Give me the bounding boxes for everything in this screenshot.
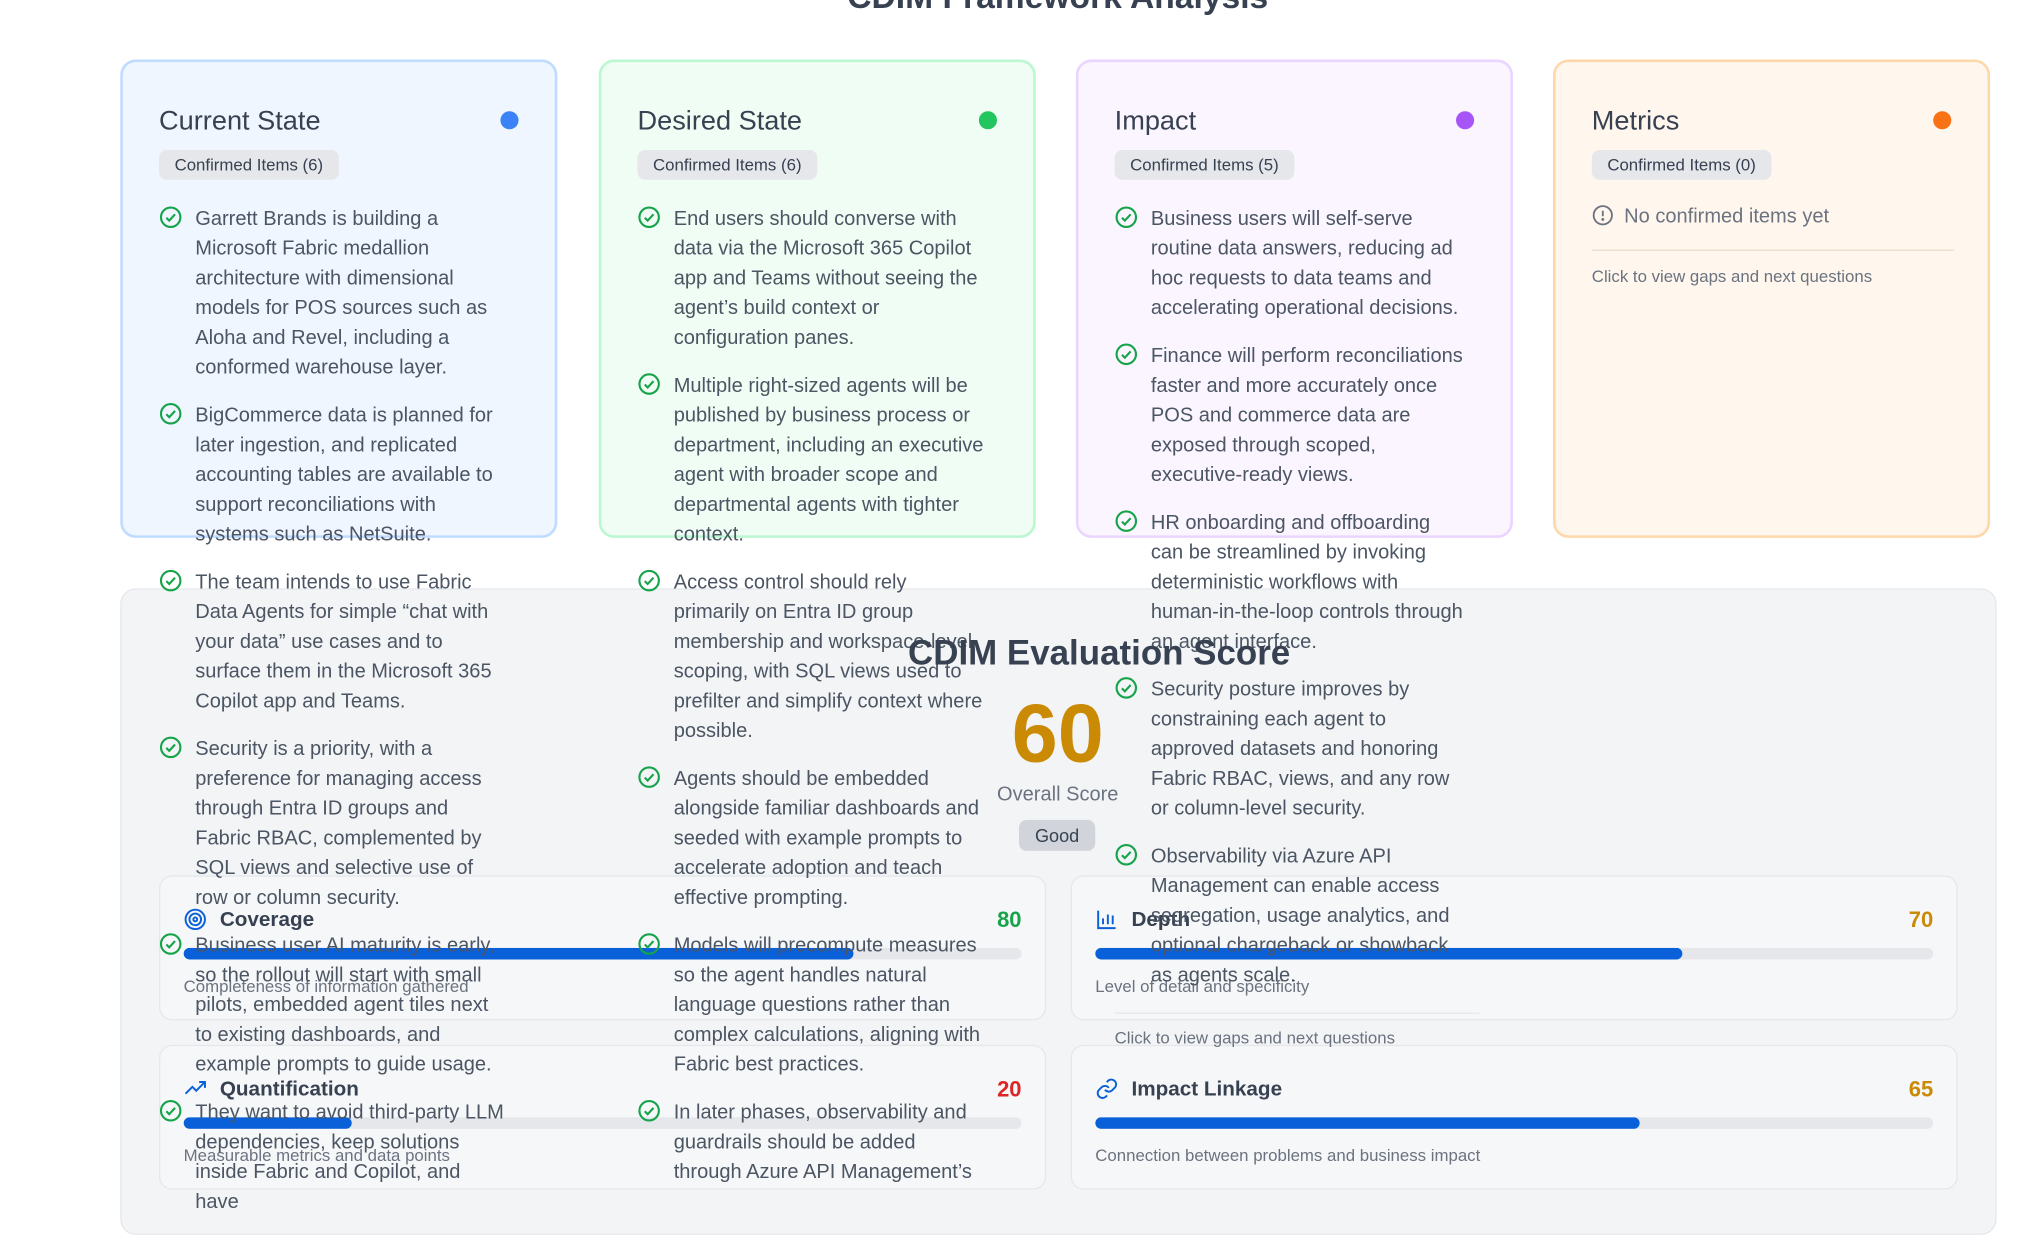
confirmed-item-text: Business users will self-serve routine d…: [1150, 208, 1459, 320]
check-circle-icon: [638, 569, 660, 592]
confirmed-items-badge[interactable]: Confirmed Items (6): [159, 149, 339, 180]
check-circle-icon: [638, 933, 660, 955]
empty-state-text: No confirmed items yet: [1624, 205, 1830, 228]
status-dot: [500, 111, 519, 130]
check-circle-icon: [1115, 343, 1138, 366]
confirmed-item-text: Finance will perform reconciliations fas…: [1150, 345, 1463, 487]
check-circle-icon: [159, 1100, 182, 1122]
confirmed-item: Garrett Brands is building a Microsoft F…: [159, 204, 508, 382]
confirmed-item-text: Models will precompute measures so the a…: [673, 934, 981, 1076]
confirmed-item: Models will precompute measures so the a…: [637, 931, 986, 1080]
rating-badge: Good: [1018, 819, 1096, 851]
metric-name: Impact Linkage: [1131, 1078, 1283, 1101]
check-circle-icon: [1115, 510, 1138, 532]
card-desired-state[interactable]: Desired State Confirmed Items (6) End us…: [598, 59, 1036, 1183]
metric-progress-track: [1095, 1117, 1934, 1129]
confirmed-item: Multiple right-sized agents will be publ…: [637, 371, 986, 549]
confirmed-item-text: The team intends to use Fabric Data Agen…: [195, 571, 492, 713]
confirmed-item: End users should converse with data via …: [637, 204, 986, 353]
alert-circle-icon: [1592, 205, 1613, 226]
analysis-view: CDIM Framework Analysis Coverage 80 Comp…: [0, 0, 2025, 1235]
status-dot: [978, 111, 997, 130]
confirmed-item-text: Multiple right-sized agents will be publ…: [673, 374, 984, 546]
card-title: Impact: [1114, 106, 1197, 136]
check-circle-icon: [159, 736, 182, 759]
metric-card-impact-linkage[interactable]: Impact Linkage 65 Connection between pro…: [1070, 1044, 1958, 1190]
card-title: Desired State: [637, 106, 803, 136]
confirmed-item: Security is a priority, with a preferenc…: [159, 734, 508, 912]
metric-score: 65: [1908, 1077, 1934, 1102]
confirmed-item-text: Business user AI maturity is early, so t…: [195, 934, 495, 1076]
confirmed-item-text: Security is a priority, with a preferenc…: [195, 738, 482, 910]
card-current-state[interactable]: Current State Confirmed Items (6) Garret…: [120, 59, 558, 1213]
confirmed-item-text: Security posture improves by constrainin…: [1150, 678, 1450, 820]
evaluation-title: CDIM Evaluation Score: [908, 633, 1291, 673]
card-impact[interactable]: Impact Confirmed Items (5) Business user…: [1075, 59, 1513, 987]
card-metrics[interactable]: Metrics Confirmed Items (0) No confirmed…: [1553, 59, 1991, 538]
metric-score: 20: [997, 1077, 1022, 1102]
card-items-list: Garrett Brands is building a Microsoft F…: [159, 204, 508, 1235]
card-title: Metrics: [1591, 106, 1680, 136]
check-circle-icon: [1115, 843, 1138, 866]
status-dot: [1933, 111, 1952, 130]
check-circle-icon: [159, 933, 182, 955]
metric-score: 80: [997, 907, 1022, 933]
confirmed-item: Business user AI maturity is early, so t…: [159, 931, 508, 1080]
page-title: CDIM Framework Analysis: [0, 0, 2025, 17]
check-circle-icon: [1115, 206, 1138, 229]
check-circle-icon: [638, 206, 660, 229]
card-items-list: Business users will self-serve routine d…: [1115, 204, 1464, 1008]
status-dot: [1456, 111, 1475, 130]
check-circle-icon: [159, 206, 182, 229]
confirmed-item-text: Observability via Azure API Management c…: [1150, 845, 1450, 987]
confirmed-item: In later phases, observability and guard…: [637, 1098, 986, 1187]
link-icon: [1096, 1078, 1118, 1099]
confirmed-item: Observability via Azure API Management c…: [1115, 842, 1464, 991]
view-gaps-link[interactable]: Click to view gaps and next questions: [1591, 249, 1954, 286]
confirmed-item-text: They want to avoid third-party LLM depen…: [195, 1101, 504, 1213]
confirmed-item: They want to avoid third-party LLM depen…: [159, 1098, 508, 1217]
confirmed-item-text: In later phases, observability and guard…: [673, 1101, 972, 1184]
confirmed-items-badge[interactable]: Confirmed Items (0): [1591, 149, 1772, 180]
check-circle-icon: [638, 1100, 660, 1122]
metric-progress-fill: [1095, 1117, 1640, 1129]
check-circle-icon: [638, 766, 660, 788]
confirmed-items-badge[interactable]: Confirmed Items (6): [637, 149, 818, 180]
confirmed-item: BigCommerce data is planned for later in…: [159, 401, 508, 550]
empty-state: No confirmed items yet: [1592, 204, 1954, 229]
check-circle-icon: [159, 569, 182, 592]
confirmed-item-text: Garrett Brands is building a Microsoft F…: [195, 208, 488, 379]
confirmed-item: The team intends to use Fabric Data Agen…: [159, 568, 508, 717]
card-title: Current State: [159, 106, 321, 136]
metric-description: Connection between problems and business…: [1095, 1145, 1481, 1166]
confirmed-item-text: End users should converse with data via …: [673, 208, 978, 350]
confirmed-item: Business users will self-serve routine d…: [1115, 204, 1464, 323]
confirmed-item-text: BigCommerce data is planned for later in…: [195, 404, 493, 546]
overall-score-label: Overall Score: [997, 783, 1119, 806]
confirmed-item: Finance will perform reconciliations fas…: [1115, 341, 1464, 490]
metric-score: 70: [1908, 907, 1934, 933]
overall-score-value: 60: [1011, 686, 1104, 780]
confirmed-items-badge[interactable]: Confirmed Items (5): [1114, 149, 1295, 180]
check-circle-icon: [159, 403, 182, 425]
check-circle-icon: [638, 373, 660, 395]
confirmed-item-text: HR onboarding and offboarding can be str…: [1150, 512, 1463, 654]
view-gaps-link[interactable]: Click to view gaps and next questions: [1114, 1012, 1480, 1047]
